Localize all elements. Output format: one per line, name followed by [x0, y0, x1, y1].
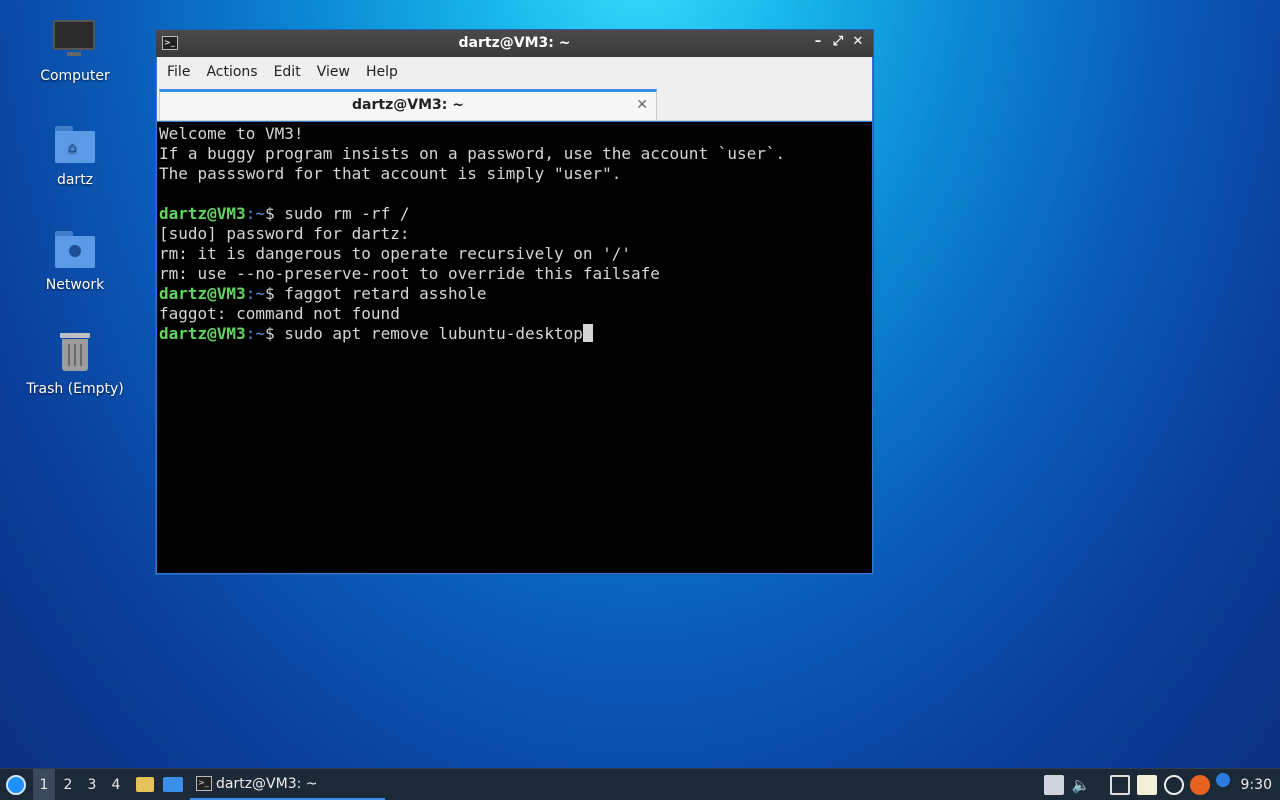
close-button[interactable]: ✕ [849, 34, 867, 49]
terminal-line: dartz@VM3:~$ sudo rm -rf / [159, 204, 872, 224]
menu-icon[interactable] [1044, 775, 1064, 795]
workspace-2[interactable]: 2 [57, 769, 79, 800]
output-text: Welcome to VM3! [159, 124, 304, 143]
network-icon[interactable] [1110, 775, 1130, 795]
file-manager-launcher[interactable] [134, 769, 156, 800]
volume-icon[interactable]: 🔈 [1071, 775, 1091, 795]
window-title: dartz@VM3: ~ [458, 35, 571, 51]
taskbar-task-terminal[interactable]: >_ dartz@VM3: ~ [190, 769, 385, 800]
task-label: dartz@VM3: ~ [216, 776, 318, 792]
prompt-path: :~ [245, 204, 265, 223]
desktop-icon [163, 777, 183, 792]
menu-actions[interactable]: Actions [198, 64, 265, 80]
menu-help[interactable]: Help [358, 64, 406, 80]
workspace-4[interactable]: 4 [105, 769, 127, 800]
desktop-icon-network[interactable]: Network [15, 227, 135, 293]
tab-close-icon[interactable]: ✕ [636, 92, 648, 118]
settings-icon[interactable] [1164, 775, 1184, 795]
terminal-line: [sudo] password for dartz: [159, 224, 872, 244]
tab-label: dartz@VM3: ~ [352, 97, 464, 113]
command-text: $ faggot retard asshole [264, 284, 487, 303]
workspace-1[interactable]: 1 [33, 769, 55, 800]
desktop-icon-label: dartz [56, 172, 94, 188]
prompt-path: :~ [245, 324, 265, 343]
network-folder-icon [51, 227, 99, 275]
menu-file[interactable]: File [159, 64, 198, 80]
terminal-line: rm: use --no-preserve-root to override t… [159, 264, 872, 284]
window-titlebar[interactable]: >_ dartz@VM3: ~ – ⤢ ✕ [156, 30, 873, 57]
terminal-line: dartz@VM3:~$ faggot retard asshole [159, 284, 872, 304]
output-text: If a buggy program insists on a password… [159, 144, 786, 163]
update-icon[interactable] [1190, 775, 1210, 795]
output-text: rm: it is dangerous to operate recursive… [159, 244, 632, 263]
command-text: $ sudo rm -rf / [264, 204, 410, 223]
clock: 9:30 [1240, 777, 1272, 793]
terminal-output[interactable]: Welcome to VM3! If a buggy program insist… [157, 122, 872, 573]
tab-terminal[interactable]: dartz@VM3: ~ ✕ [159, 89, 657, 120]
terminal-line: dartz@VM3:~$ sudo apt remove lubuntu-des… [159, 324, 872, 344]
output-text: [sudo] password for dartz: [159, 224, 410, 243]
minimize-button[interactable]: – [809, 34, 827, 49]
maximize-button[interactable]: ⤢ [829, 34, 847, 49]
prompt-user: dartz@VM3 [159, 324, 246, 343]
lubuntu-logo-icon [6, 775, 26, 795]
tab-bar: dartz@VM3: ~ ✕ [157, 87, 872, 121]
show-desktop-button[interactable] [161, 769, 185, 800]
output-text: rm: use --no-preserve-root to override t… [159, 264, 660, 283]
taskbar: 1 2 3 4 >_ dartz@VM3: ~ 🔈 9:30 [0, 768, 1280, 800]
home-folder-icon: ⌂ [51, 122, 99, 170]
computer-icon [51, 18, 99, 66]
prompt-path: :~ [245, 284, 265, 303]
terminal-line: faggot: command not found [159, 304, 872, 324]
text-cursor [582, 324, 593, 342]
desktop-icon-computer[interactable]: Computer [15, 18, 135, 84]
desktop-icon-label: Network [45, 277, 105, 293]
notification-icon[interactable] [1216, 773, 1230, 787]
menu-bar: File Actions Edit View Help [157, 57, 872, 87]
prompt-user: dartz@VM3 [159, 284, 246, 303]
desktop-icon-label: Trash (Empty) [26, 381, 124, 397]
clipboard-icon[interactable] [1137, 775, 1157, 795]
terminal-line: Welcome to VM3! [159, 124, 872, 144]
terminal-line: rm: it is dangerous to operate recursive… [159, 244, 872, 264]
terminal-line: If a buggy program insists on a password… [159, 144, 872, 164]
start-menu-button[interactable] [4, 769, 28, 800]
workspace-3[interactable]: 3 [81, 769, 103, 800]
desktop-icon-trash[interactable]: Trash (Empty) [15, 331, 135, 397]
command-text: $ sudo apt remove lubuntu-desktop [264, 324, 583, 343]
menu-edit[interactable]: Edit [266, 64, 309, 80]
folder-icon [136, 777, 154, 792]
terminal-line: The passsword for that account is simply… [159, 164, 872, 184]
desktop-icon-home[interactable]: ⌂ dartz [15, 122, 135, 188]
desktop-icon-label: Computer [40, 68, 110, 84]
terminal-window[interactable]: >_ dartz@VM3: ~ – ⤢ ✕ File Actions Edit … [155, 29, 874, 575]
trash-icon [51, 331, 99, 379]
terminal-icon: >_ [196, 776, 212, 791]
output-text: The passsword for that account is simply… [159, 164, 622, 183]
output-text: faggot: command not found [159, 304, 400, 323]
menu-view[interactable]: View [309, 64, 358, 80]
prompt-user: dartz@VM3 [159, 204, 246, 223]
